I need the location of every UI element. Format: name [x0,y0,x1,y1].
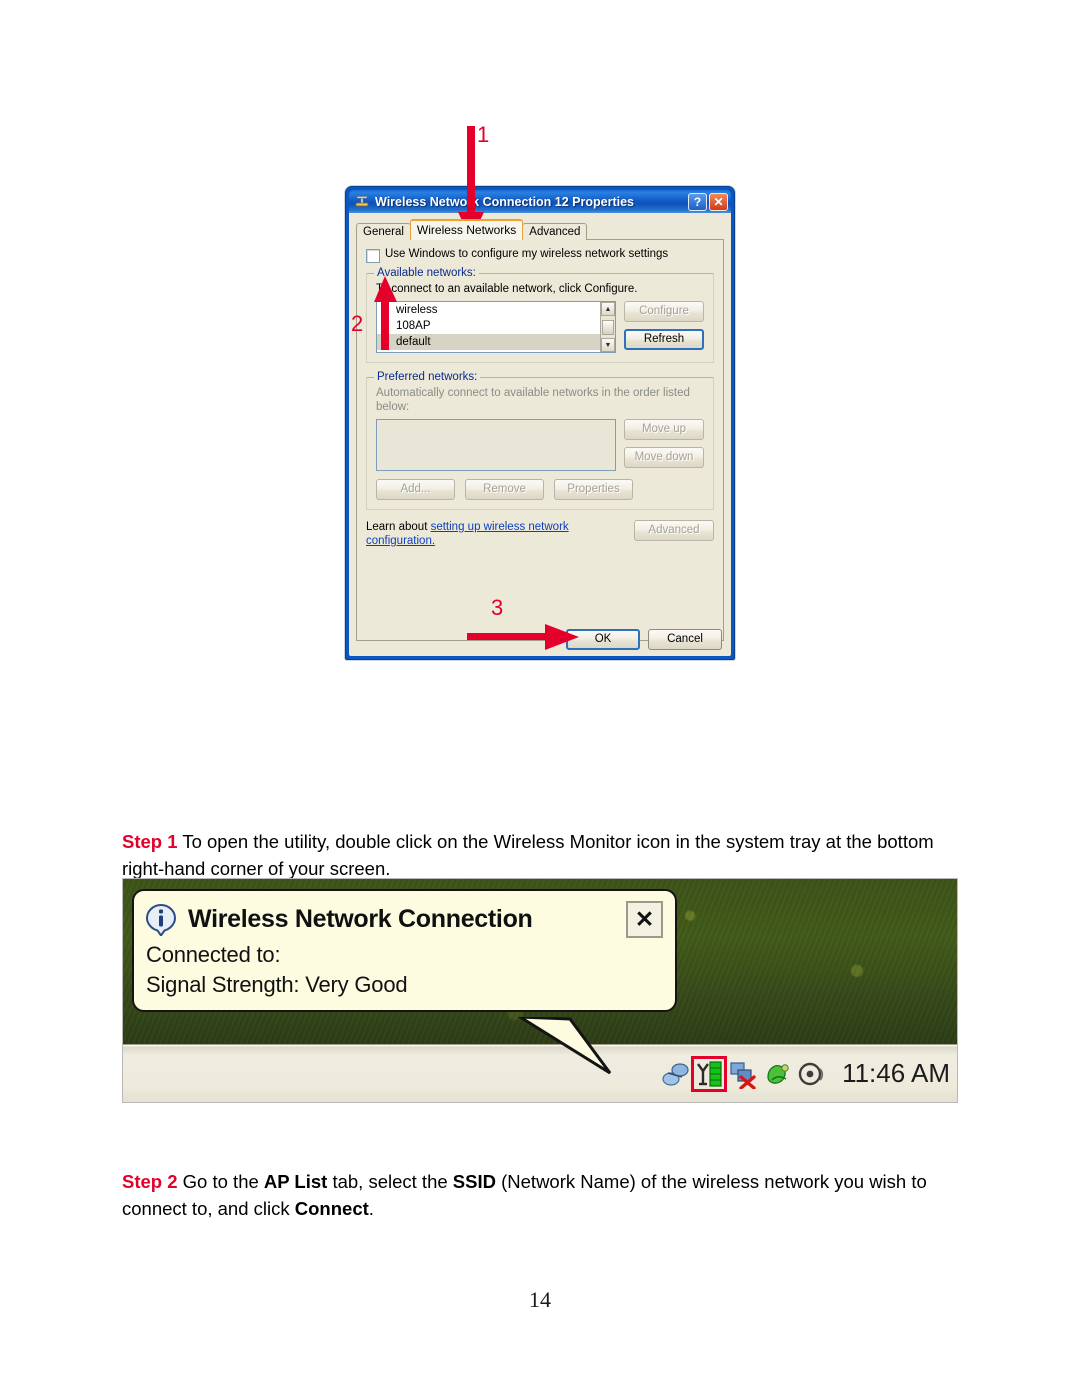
step-2-seg-2: tab, select the [327,1170,453,1192]
balloon-title: Wireless Network Connection [188,905,533,933]
learn-about-row: Learn about setting up wireless network … [366,520,714,548]
preferred-networks-side-buttons: Move up Move down [624,419,704,468]
close-icon[interactable]: ✕ [709,192,728,211]
callout-2-arrow [374,276,398,350]
network-name: default [396,336,431,348]
dialog-body: General Wireless Networks Advanced Use W… [349,213,731,656]
learn-about-text: Learn about setting up wireless network … [366,520,596,548]
cancel-button[interactable]: Cancel [648,629,722,650]
wireless-network-connection-properties-dialog: Wireless Network Connection 12 Propertie… [345,186,735,660]
network-adapter-icon [354,194,370,210]
callout-1-number: 1 [477,122,490,147]
wireless-connection-balloon: Wireless Network Connection ✕ Connected … [132,889,677,1012]
scrollbar-thumb[interactable] [602,320,614,335]
learn-about-prefix: Learn about [366,521,431,533]
available-networks-list[interactable]: wireless 108AP default ▲ ▼ [376,301,616,353]
use-windows-checkbox-label: Use Windows to configure my wireless net… [385,248,669,260]
dialog-footer: OK Cancel [566,629,722,650]
media-player-icon[interactable] [796,1059,826,1089]
move-down-button[interactable]: Move down [624,447,704,468]
balloon-tail [518,1017,612,1075]
preferred-networks-legend: Preferred networks: [374,371,481,383]
preferred-networks-bottom-buttons: Add... Remove Properties [376,479,704,500]
properties-button[interactable]: Properties [554,479,633,500]
step-2-seg-3: SSID [452,1170,496,1192]
scroll-up-icon[interactable]: ▲ [601,302,615,316]
advanced-button[interactable]: Advanced [634,520,714,541]
tab-general[interactable]: General [356,223,411,240]
tab-wireless-networks[interactable]: Wireless Networks [409,219,524,240]
scroll-down-icon[interactable]: ▼ [601,338,615,352]
network-connections-icon[interactable] [660,1059,690,1089]
info-icon [145,903,177,937]
move-up-button[interactable]: Move up [624,419,704,440]
preferred-networks-group: Preferred networks: Automatically connec… [366,371,714,510]
step-2-seg-1: AP List [263,1170,328,1192]
step-1-label: Step 1 [122,830,178,852]
system-tray: 11:46 AM [652,1051,950,1096]
use-windows-checkbox-row[interactable]: Use Windows to configure my wireless net… [366,248,714,263]
preferred-networks-row: Move up Move down [376,419,704,471]
available-networks-scrollbar[interactable]: ▲ ▼ [600,302,615,352]
tab-advanced[interactable]: Advanced [522,223,588,240]
dialog-titlebar: Wireless Network Connection 12 Propertie… [349,190,731,213]
preferred-networks-list[interactable] [376,419,616,471]
help-button[interactable]: ? [688,192,707,211]
wireless-networks-tab-panel: Use Windows to configure my wireless net… [356,239,724,641]
page-number: 14 [529,1287,551,1312]
taskbar-clock[interactable]: 11:46 AM [842,1058,950,1089]
antivirus-icon[interactable] [762,1059,792,1089]
step-2-seg-0: Go to the [177,1170,264,1192]
available-networks-row: wireless 108AP default ▲ ▼ Configure Ref… [376,301,704,353]
wireless-monitor-icon[interactable] [691,1055,728,1092]
available-networks-buttons: Configure Refresh [624,301,704,350]
list-item[interactable]: wireless [377,302,615,318]
refresh-button[interactable]: Refresh [624,329,704,350]
balloon-connected-to-line: Connected to: [146,942,281,967]
network-name: 108AP [396,320,431,332]
titlebar-buttons: ? ✕ [688,192,729,211]
step-2-seg-5: Connect [294,1197,369,1219]
available-networks-group: Available networks: To connect to an ava… [366,267,714,363]
network-name: wireless [396,304,438,316]
list-item[interactable]: default [377,334,615,350]
wireless-properties-figure: Wireless Network Connection 12 Propertie… [345,124,735,660]
use-windows-checkbox[interactable] [366,249,380,263]
balloon-signal-strength-line: Signal Strength: Very Good [146,972,408,997]
step-1-paragraph: Step 1 To open the utility, double click… [122,828,962,882]
step-1-text: To open the utility, double click on the… [122,830,934,879]
add-button[interactable]: Add... [376,479,455,500]
tabstrip: General Wireless Networks Advanced [356,219,724,240]
configure-button[interactable]: Configure [624,301,704,322]
callout-2-number: 2 [351,311,364,336]
step-2-seg-6: . [368,1197,374,1219]
dialog-title: Wireless Network Connection 12 Propertie… [375,194,634,209]
preferred-networks-description: Automatically connect to available netwo… [376,387,690,413]
callout-3-arrow [467,624,581,650]
system-tray-figure: Wireless Network Connection ✕ Connected … [122,878,958,1103]
balloon-header: Wireless Network Connection ✕ [145,901,663,938]
list-item[interactable]: 108AP [377,318,615,334]
available-networks-description: To connect to an available network, clic… [376,283,638,295]
callout-3-number: 3 [491,595,504,620]
network-disconnected-icon[interactable] [728,1059,758,1090]
step-2-paragraph: Step 2 Go to the AP List tab, select the… [122,1168,962,1222]
step-2-label: Step 2 [122,1170,178,1192]
balloon-close-icon[interactable]: ✕ [626,901,663,938]
remove-button[interactable]: Remove [465,479,544,500]
